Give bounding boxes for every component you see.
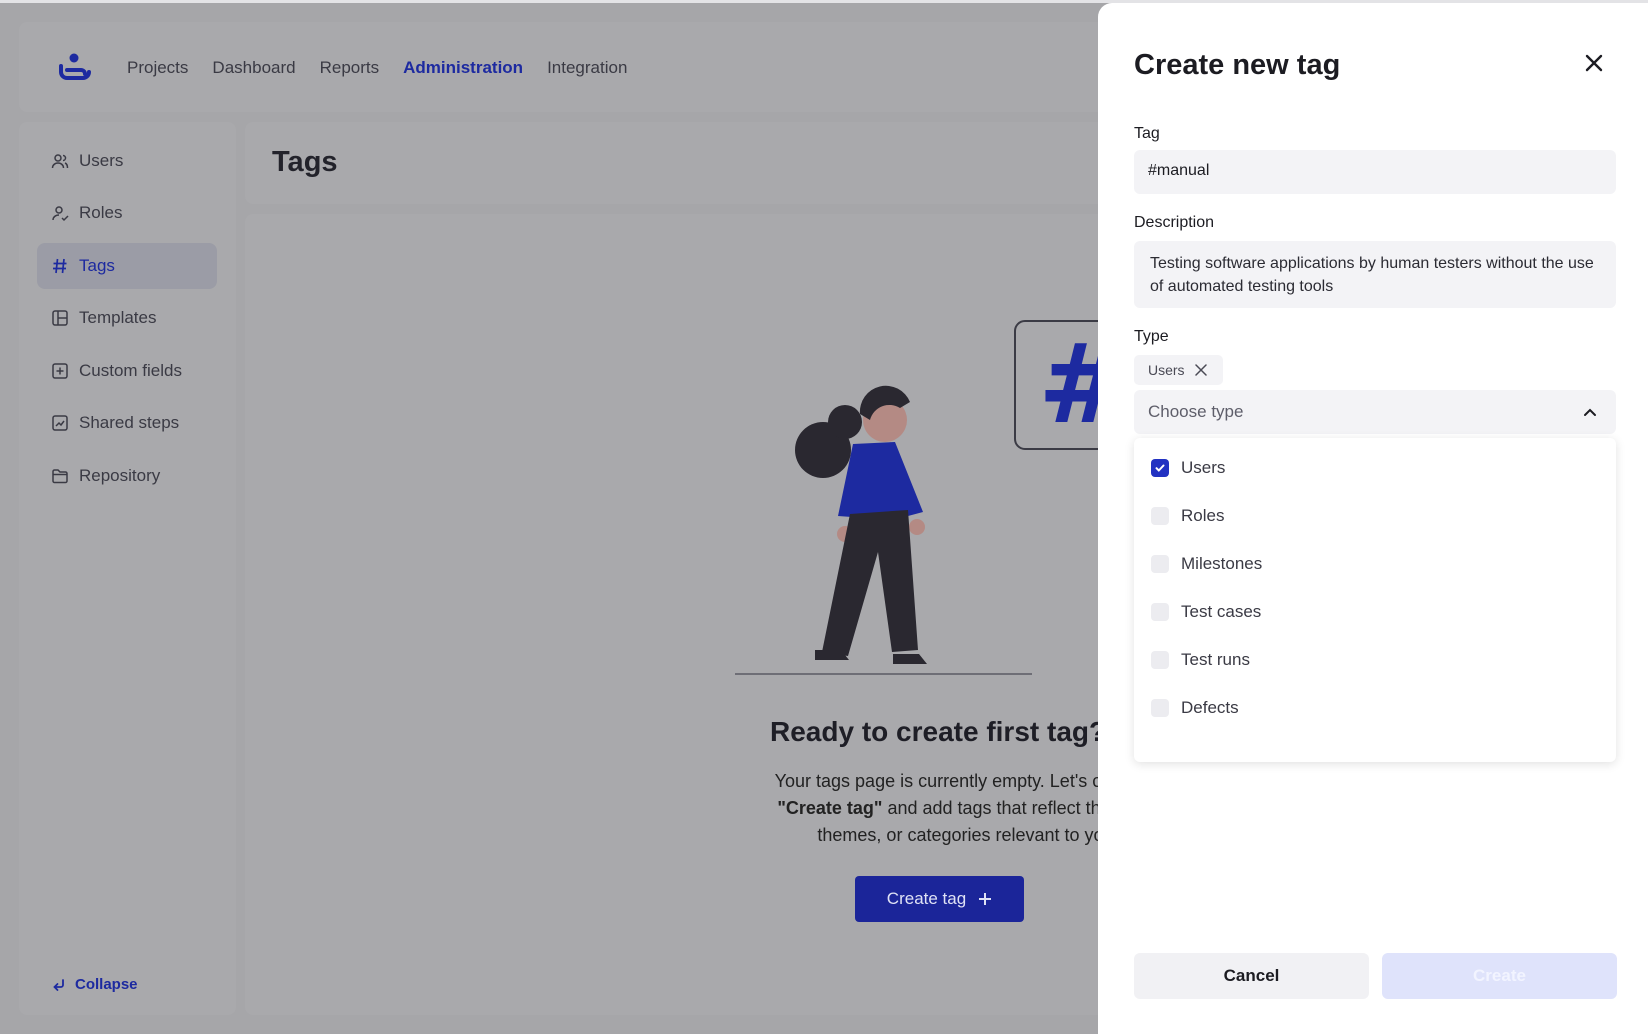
sidebar-item-label: Tags — [79, 256, 115, 275]
sidebar-item-shared-steps[interactable]: Shared steps — [37, 400, 217, 446]
empty-state-illustration: # — [735, 320, 1166, 675]
nav-integration[interactable]: Integration — [547, 58, 627, 78]
create-tag-label: Create tag — [886, 889, 967, 908]
sidebar-item-label: Shared steps — [79, 413, 180, 432]
custom-fields-icon — [51, 362, 69, 380]
type-option-test-runs[interactable]: Test runs — [1151, 645, 1250, 675]
page-title: Tags — [272, 146, 338, 178]
app-logo-icon[interactable] — [55, 52, 93, 84]
create-button[interactable]: Create — [1382, 953, 1617, 999]
description-label: Description — [1134, 214, 1215, 231]
sidebar-item-label: Templates — [79, 308, 157, 327]
templates-icon — [51, 309, 69, 327]
chevron-up-icon — [1584, 408, 1596, 416]
sidebar-item-label: Custom fields — [79, 361, 182, 380]
type-label: Type — [1134, 328, 1169, 345]
nav-projects[interactable]: Projects — [127, 58, 188, 78]
selected-type-chip: Users — [1134, 355, 1223, 385]
description-textarea[interactable]: Testing software applications by human t… — [1134, 241, 1616, 308]
nav-administration[interactable]: Administration — [403, 58, 523, 78]
sidebar-item-label: Roles — [79, 203, 123, 222]
tag-input[interactable]: #manual — [1134, 150, 1616, 194]
sidebar-item-templates[interactable]: Templates — [37, 295, 217, 341]
checkbox-icon[interactable] — [1151, 651, 1169, 669]
sidebar-item-label: Repository — [79, 466, 161, 485]
chip-label: Users — [1148, 362, 1185, 378]
sidebar-item-roles[interactable]: Roles — [37, 190, 217, 236]
plus-icon — [979, 893, 992, 905]
collapse-arrow-icon — [53, 978, 64, 991]
option-label: Users — [1181, 458, 1226, 477]
checkbox-icon[interactable] — [1151, 699, 1169, 717]
hash-icon — [51, 257, 69, 275]
create-tag-button[interactable]: Create tag — [855, 876, 1024, 922]
sidebar: Users Roles Tags Templates Custom fields — [19, 122, 236, 1015]
cancel-button[interactable]: Cancel — [1134, 953, 1369, 999]
checkbox-icon[interactable] — [1151, 555, 1169, 573]
collapse-button[interactable]: Collapse — [51, 976, 138, 993]
option-label: Test runs — [1181, 650, 1250, 669]
option-label: Roles — [1181, 506, 1225, 525]
tag-label: Tag — [1134, 125, 1160, 142]
roles-icon — [51, 204, 69, 222]
checkbox-icon[interactable] — [1151, 507, 1169, 525]
page-header: Tags — [245, 122, 1209, 204]
checkbox-icon[interactable] — [1151, 603, 1169, 621]
sidebar-item-custom-fields[interactable]: Custom fields — [37, 348, 217, 394]
type-option-test-cases[interactable]: Test cases — [1151, 597, 1261, 627]
nav-dashboard[interactable]: Dashboard — [212, 58, 295, 78]
collapse-label: Collapse — [75, 976, 138, 993]
main-nav: Projects Dashboard Reports Administratio… — [127, 58, 627, 78]
panel-title: Create new tag — [1134, 49, 1341, 81]
sidebar-item-tags[interactable]: Tags — [37, 243, 217, 289]
type-select-placeholder: Choose type — [1148, 402, 1244, 421]
type-select[interactable]: Choose type — [1134, 390, 1616, 434]
folder-icon — [51, 467, 69, 485]
create-tag-panel: Create new tag Tag #manual Description T… — [1098, 3, 1648, 1034]
sidebar-item-repository[interactable]: Repository — [37, 453, 217, 499]
type-option-users[interactable]: Users — [1151, 453, 1225, 483]
sidebar-item-users[interactable]: Users — [37, 138, 217, 184]
checkbox-checked-icon[interactable] — [1151, 459, 1169, 477]
option-label: Test cases — [1181, 602, 1262, 621]
top-navigation-bar: Projects Dashboard Reports Administratio… — [19, 22, 1209, 112]
empty-text-bold: "Create tag" — [777, 798, 883, 818]
type-dropdown: Users Roles Milestones Test cases Test r… — [1134, 438, 1616, 762]
close-icon[interactable] — [1582, 51, 1606, 75]
sidebar-item-label: Users — [79, 151, 124, 170]
option-label: Milestones — [1181, 554, 1263, 573]
type-option-defects[interactable]: Defects — [1151, 693, 1239, 723]
empty-state-card: # Ready to create first tag? Your tags p… — [245, 214, 1209, 1015]
chip-remove-icon[interactable] — [1194, 364, 1207, 376]
type-option-roles[interactable]: Roles — [1151, 501, 1224, 531]
nav-reports[interactable]: Reports — [320, 58, 380, 78]
empty-state-title: Ready to create first tag? — [770, 716, 1107, 747]
option-label: Defects — [1181, 698, 1239, 717]
shared-steps-icon — [51, 414, 69, 432]
users-icon — [51, 152, 69, 170]
type-option-milestones[interactable]: Milestones — [1151, 549, 1262, 579]
